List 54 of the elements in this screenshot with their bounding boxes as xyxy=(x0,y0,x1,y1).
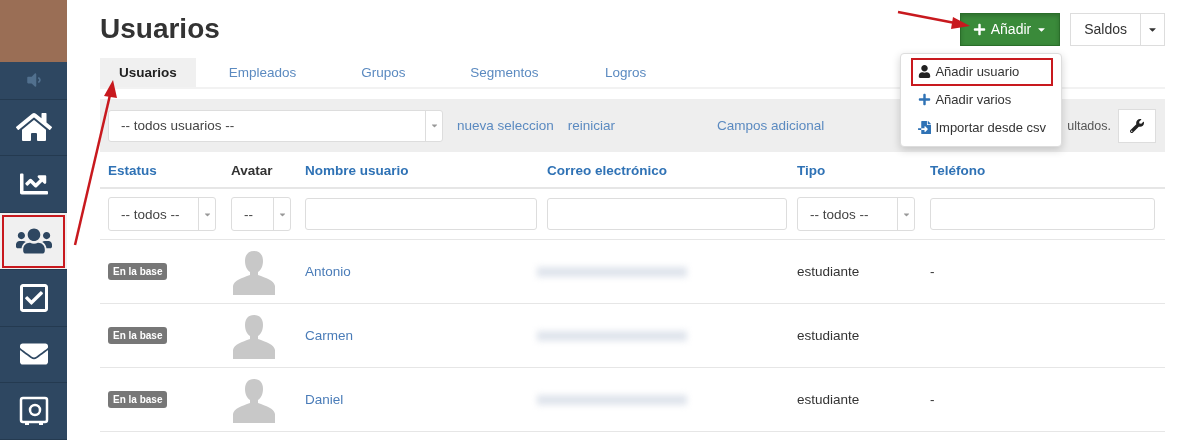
avatar-silhouette-icon xyxy=(231,312,277,359)
wrench-icon xyxy=(1130,118,1144,133)
column-header[interactable]: Teléfono xyxy=(930,162,986,178)
tab[interactable]: Grupos xyxy=(337,58,430,87)
column-header[interactable]: Estatus xyxy=(108,162,157,178)
user-icon xyxy=(918,65,932,78)
column-header[interactable]: Correo electrónico xyxy=(547,162,668,178)
import-icon xyxy=(918,121,932,134)
photo-placeholder xyxy=(0,0,67,62)
filter-select[interactable]: -- todos -- xyxy=(797,197,915,231)
speaker-icon xyxy=(24,71,43,90)
link[interactable]: reiniciar xyxy=(567,118,616,133)
menu-item[interactable]: Añadir usuario xyxy=(911,57,1053,86)
user-name-link[interactable]: Carmen xyxy=(305,328,353,343)
tab[interactable]: Usuarios xyxy=(100,58,196,87)
checkbox-icon xyxy=(17,281,50,314)
sidebar-item[interactable] xyxy=(0,213,67,270)
filter-field[interactable] xyxy=(930,198,1155,230)
user-name-link[interactable]: Antonio xyxy=(305,264,351,279)
tab[interactable]: Empleados xyxy=(209,58,316,87)
user-name-link[interactable]: Daniel xyxy=(305,392,344,407)
link[interactable]: nueva seleccion xyxy=(457,118,554,133)
plus-icon xyxy=(972,22,986,36)
plus-icon xyxy=(918,93,932,106)
table-cell: - xyxy=(930,264,935,279)
column-header[interactable]: Nombre usuario xyxy=(305,162,409,178)
status-badge: En la base xyxy=(108,263,168,280)
column-header[interactable]: Tipo xyxy=(797,162,826,178)
user-select[interactable]: -- todos usuarios -- xyxy=(108,109,443,142)
menu-item[interactable]: Añadir varios xyxy=(911,85,1053,114)
tab[interactable]: Segmentos xyxy=(451,58,558,87)
status-badge: En la base xyxy=(108,327,168,344)
table-cell: estudiante xyxy=(797,328,860,343)
link[interactable]: Campos adicional xyxy=(716,118,825,133)
add-button[interactable]: Añadir xyxy=(959,12,1061,46)
status-badge: En la base xyxy=(108,391,168,408)
filter-select[interactable]: -- xyxy=(231,197,291,231)
column-header: Avatar xyxy=(231,162,273,178)
filter-select[interactable]: -- todos -- xyxy=(108,197,216,231)
tab[interactable]: Logros xyxy=(579,58,672,87)
settings-button[interactable] xyxy=(1118,108,1156,143)
table-cell: estudiante xyxy=(797,264,860,279)
menu-item[interactable]: Importar desde csv xyxy=(911,113,1053,142)
avatar-silhouette-icon xyxy=(231,376,277,423)
results-text: ultados. xyxy=(1067,118,1111,133)
avatar-silhouette-icon xyxy=(231,248,277,295)
balance-button[interactable]: Saldos xyxy=(1070,12,1141,46)
safe-icon xyxy=(18,396,49,427)
table-cell: - xyxy=(930,392,935,407)
filter-field[interactable] xyxy=(547,198,787,230)
filter-field[interactable] xyxy=(305,198,537,230)
page-title: Usuarios xyxy=(100,13,220,45)
caret-icon xyxy=(429,121,439,130)
table-cell: estudiante xyxy=(797,392,860,407)
